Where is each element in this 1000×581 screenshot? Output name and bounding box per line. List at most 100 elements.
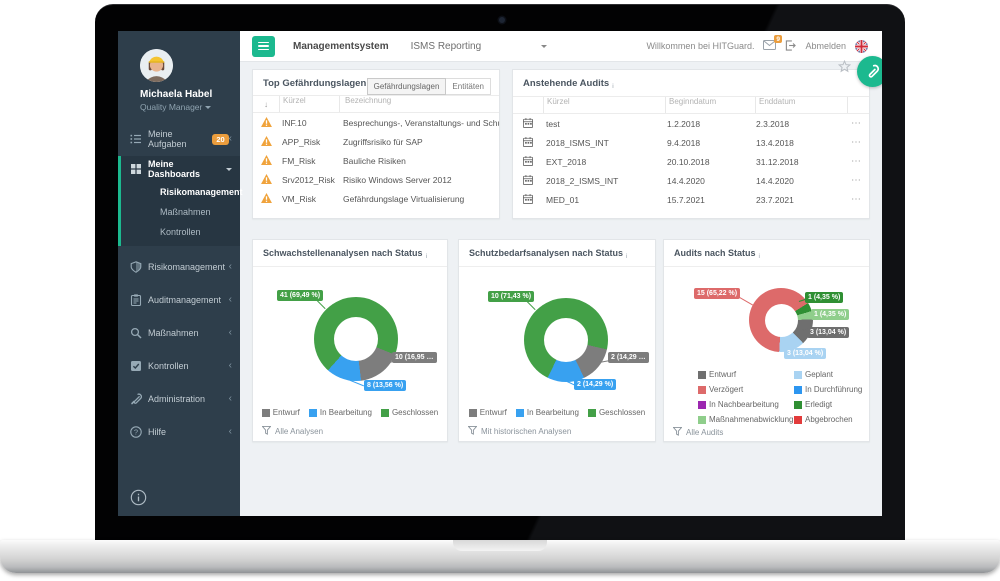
legend-swatch xyxy=(515,408,524,417)
sidebar-subitem-risikomanagement[interactable]: Risikomanagement xyxy=(121,182,243,202)
row-actions-menu[interactable]: ⋯ xyxy=(844,156,869,167)
chevron-down-icon xyxy=(541,44,548,48)
legend-swatch xyxy=(698,400,706,409)
data-label-maßnahmenabwicklung: 1 (4,35 %) xyxy=(811,309,850,320)
chart-filter[interactable]: Alle Analysen xyxy=(261,426,323,437)
table-row[interactable]: test 1.2.2018 2.3.2018 ⋯ xyxy=(513,114,869,133)
warning-icon xyxy=(253,135,279,148)
cell-beginndatum: 20.10.2018 xyxy=(667,156,710,167)
legend-item[interactable]: Verzögert xyxy=(698,385,794,394)
sidebar-item-hilfe[interactable]: ? Hilfe ‹ xyxy=(118,419,240,445)
table-row[interactable]: 2018_2_ISMS_INT 14.4.2020 14.4.2020 ⋯ xyxy=(513,171,869,190)
data-label-in bearbeitung: 2 (14,29 %) xyxy=(574,379,617,390)
table-row[interactable]: APP_Risk Zugriffsrisiko für SAP xyxy=(253,132,499,151)
legend-item[interactable]: Geschlossen xyxy=(380,408,438,417)
cell-bezeichnung: Risiko Windows Server 2012 xyxy=(343,174,452,185)
sidebar-item-kontrollen[interactable]: Kontrollen ‹ xyxy=(118,353,240,379)
view-selector[interactable]: ISMS Reporting xyxy=(411,41,548,52)
legend-item[interactable]: Geplant xyxy=(794,370,862,379)
chart-filter[interactable]: Alle Audits xyxy=(672,427,723,438)
legend-swatch xyxy=(468,408,477,417)
user-role-menu[interactable]: Quality Manager xyxy=(140,102,240,112)
mail-badge: 9 xyxy=(773,35,783,43)
svg-text:?: ? xyxy=(134,428,138,437)
tools-fab-button[interactable] xyxy=(857,56,882,87)
table-row[interactable]: EXT_2018 20.10.2018 31.12.2018 ⋯ xyxy=(513,152,869,171)
data-label-entwurf: 3 (13,04 %) xyxy=(807,327,850,338)
logout-link[interactable]: Abmelden xyxy=(805,41,846,51)
cell-beginndatum: 14.4.2020 xyxy=(667,175,705,186)
label-connector xyxy=(737,296,754,306)
panel-audits-nach-status: Audits nach Status i 1 (4,35 %) 1 (4,35 %)… xyxy=(663,239,870,442)
chevron-left-icon: ‹ xyxy=(228,261,232,272)
chevron-left-icon: ‹ xyxy=(228,360,232,371)
column-header[interactable]: Kürzel xyxy=(543,97,665,113)
legend-item[interactable]: Maßnahmenabwicklung xyxy=(698,415,794,424)
row-actions-menu[interactable]: ⋯ xyxy=(844,137,869,148)
language-flag-icon[interactable] xyxy=(855,39,868,53)
warning-icon xyxy=(253,173,279,186)
donut-ring xyxy=(749,288,813,352)
menu-button[interactable] xyxy=(252,35,275,57)
chart-title: Schutzbedarfsanalysen nach Status i xyxy=(459,240,655,267)
legend-item[interactable]: In Bearbeitung xyxy=(515,408,579,417)
sidebar-subitem-maßnahmen[interactable]: Maßnahmen xyxy=(121,202,240,222)
data-label-geschlossen: 10 (71,43 %) xyxy=(488,291,535,302)
column-header[interactable]: Kürzel xyxy=(279,96,339,112)
sidebar-subitem-kontrollen[interactable]: Kontrollen xyxy=(121,222,240,242)
row-actions-menu[interactable]: ⋯ xyxy=(844,118,869,129)
tab-gefaehrdungslagen[interactable]: Gefährdungslagen xyxy=(366,78,447,95)
column-header[interactable]: Beginndatum xyxy=(665,97,755,113)
sidebar-item-meine-dashboards[interactable]: Meine Dashboards xyxy=(121,156,240,182)
logout-icon[interactable] xyxy=(785,39,797,53)
data-label-verzögert: 15 (65,22 %) xyxy=(694,288,741,299)
table-row[interactable]: FM_Risk Bauliche Risiken xyxy=(253,151,499,170)
cell-kuerzel: APP_Risk xyxy=(282,136,321,147)
legend-item[interactable]: Entwurf xyxy=(468,408,507,417)
legend-item[interactable]: Erledigt xyxy=(794,400,862,409)
row-actions-menu[interactable]: ⋯ xyxy=(844,175,869,186)
table-row[interactable]: MED_01 15.7.2021 23.7.2021 ⋯ xyxy=(513,190,869,209)
cell-beginndatum: 15.7.2021 xyxy=(667,194,705,205)
sort-desc-icon[interactable]: ↓ xyxy=(253,100,279,109)
avatar[interactable] xyxy=(140,49,173,82)
row-actions-menu[interactable]: ⋯ xyxy=(844,194,869,205)
legend-swatch xyxy=(698,415,706,424)
avatar-image xyxy=(140,49,173,82)
cell-kuerzel: MED_01 xyxy=(546,194,580,205)
mail-icon[interactable]: 9 xyxy=(763,35,783,52)
sidebar-item-maßnahmen[interactable]: Maßnahmen ‹ xyxy=(118,320,240,346)
legend-item[interactable]: Abgebrochen xyxy=(794,415,862,424)
table-row[interactable]: 2018_ISMS_INT 9.4.2018 13.4.2018 ⋯ xyxy=(513,133,869,152)
table-row[interactable]: Srv2012_Risk Risiko Windows Server 2012 xyxy=(253,170,499,189)
sidebar-item-auditmanagement[interactable]: Auditmanagement ‹ xyxy=(118,287,240,313)
tasks-icon xyxy=(130,133,142,145)
legend-item[interactable]: In Durchführung xyxy=(794,385,862,394)
panel-anstehende-audits: Anstehende Audits i Kürzel Beginndatum En… xyxy=(512,69,870,219)
tab-entitaeten[interactable]: Entitäten xyxy=(446,78,491,95)
sidebar-item-risikomanagement[interactable]: Risikomanagement ‹ xyxy=(118,254,240,280)
legend-item[interactable]: Entwurf xyxy=(261,408,300,417)
panel-schutzbedarfsanalysen: Schutzbedarfsanalysen nach Status i 2 (14… xyxy=(458,239,656,442)
table-row[interactable]: VM_Risk Gefährdungslage Virtualisierung xyxy=(253,189,499,208)
column-header[interactable]: Enddatum xyxy=(755,97,847,113)
table-row[interactable]: INF.10 Besprechungs-, Veranstaltungs- un… xyxy=(253,113,499,132)
favorite-star-icon[interactable] xyxy=(837,59,852,78)
legend-item[interactable]: Entwurf xyxy=(698,370,794,379)
legend-item[interactable]: In Bearbeitung xyxy=(308,408,372,417)
chevron-left-icon: ‹ xyxy=(228,294,232,305)
cell-enddatum: 13.4.2018 xyxy=(756,137,794,148)
legend-swatch xyxy=(698,385,706,394)
info-icon[interactable] xyxy=(130,489,147,506)
laptop-lid-notch xyxy=(453,540,547,551)
sidebar-item-administration[interactable]: Administration ‹ xyxy=(118,386,240,412)
warning-icon xyxy=(253,116,279,129)
clipboard-icon xyxy=(130,294,142,307)
chart-filter[interactable]: Mit historischen Analysen xyxy=(467,426,571,437)
legend-swatch xyxy=(698,370,706,379)
legend-item[interactable]: In Nachbearbeitung xyxy=(698,400,794,409)
column-header[interactable]: Bezeichnung xyxy=(339,96,499,112)
sidebar-item-meine-aufgaben[interactable]: Meine Aufgaben 20 ‹ xyxy=(118,126,240,152)
legend-item[interactable]: Geschlossen xyxy=(587,408,645,417)
cell-bezeichnung: Bauliche Risiken xyxy=(343,155,406,166)
